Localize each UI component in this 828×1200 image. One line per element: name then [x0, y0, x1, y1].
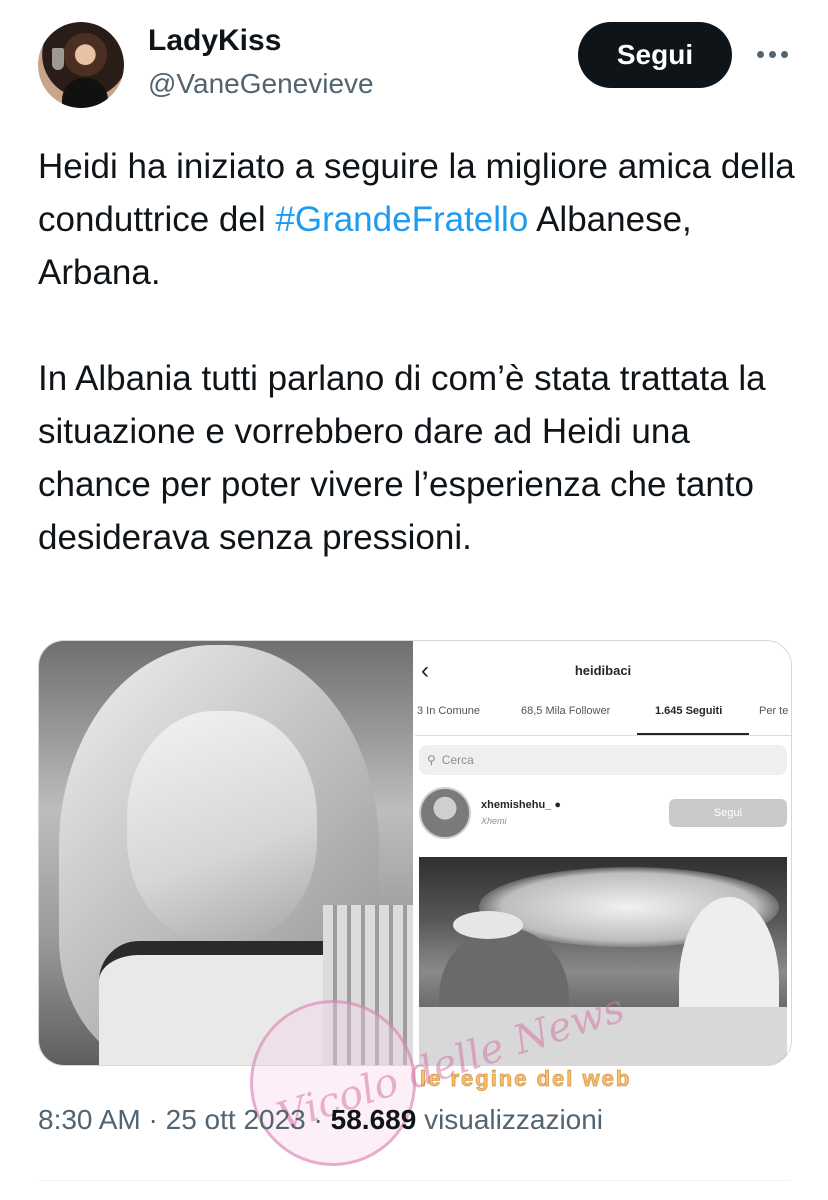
author-display-name[interactable]: LadyKiss: [148, 24, 281, 58]
meta-separator: ·: [148, 1104, 158, 1135]
tweet-time[interactable]: 8:30 AM: [38, 1104, 141, 1135]
more-options-icon[interactable]: [752, 36, 792, 72]
ig-account-avatar: [419, 787, 471, 839]
meta-separator: ·: [313, 1104, 323, 1135]
ig-account-subtitle: Xhemi: [481, 816, 507, 826]
photo-face: [127, 711, 317, 941]
tweet-text: Heidi ha iniziato a seguire la migliore …: [38, 140, 798, 564]
ig-tab-followers: 68,5 Mila Follower: [521, 705, 611, 717]
ig-tabs: 3 In Comune 68,5 Mila Follower 1.645 Seg…: [415, 703, 791, 736]
tweet-media[interactable]: ‹ heidibaci 3 In Comune 68,5 Mila Follow…: [38, 640, 792, 1066]
wine-glass-detail: [52, 48, 64, 70]
search-icon: ⚲: [427, 753, 436, 767]
photo-hat: [453, 911, 523, 939]
dot: [768, 50, 776, 58]
tweet-date[interactable]: 25 ott 2023: [166, 1104, 306, 1135]
verified-icon: ●: [554, 799, 562, 811]
views-count[interactable]: 58.689: [331, 1104, 417, 1135]
dot: [756, 50, 764, 58]
author-avatar[interactable]: [38, 22, 124, 108]
portrait-photo[interactable]: [39, 641, 413, 1065]
ig-account-name: xhemishehu_ ●: [481, 799, 561, 811]
ig-search-bar: ⚲ Cerca: [419, 745, 787, 775]
ig-active-tab-underline: [637, 733, 749, 735]
divider: [38, 1180, 790, 1181]
tweet-paragraph-1: Heidi ha iniziato a seguire la migliore …: [38, 140, 798, 299]
dot: [780, 50, 788, 58]
ig-tab-for-you: Per te: [759, 705, 789, 717]
author-handle[interactable]: @VaneGenevieve: [148, 68, 374, 100]
ig-username: heidibaci: [574, 663, 632, 678]
views-label[interactable]: visualizzazioni: [424, 1104, 603, 1135]
ig-search-placeholder: Cerca: [441, 753, 474, 767]
ig-follow-button: Segui: [669, 799, 787, 827]
ig-account-handle: xhemishehu_: [481, 799, 552, 811]
watermark-banner: le regine del web: [419, 1066, 632, 1092]
ig-tab-common: 3 In Comune: [417, 705, 480, 717]
tweet-meta: 8:30 AM · 25 ott 2023 · 58.689 visualizz…: [38, 1104, 603, 1136]
avatar-figure: [62, 78, 108, 108]
tweet-paragraph-2: In Albania tutti parlano di com’è stata …: [38, 359, 766, 557]
ig-tab-following: 1.645 Seguiti: [655, 705, 723, 717]
follow-button[interactable]: Segui: [578, 22, 732, 88]
hashtag-link[interactable]: #GrandeFratello: [275, 200, 528, 239]
